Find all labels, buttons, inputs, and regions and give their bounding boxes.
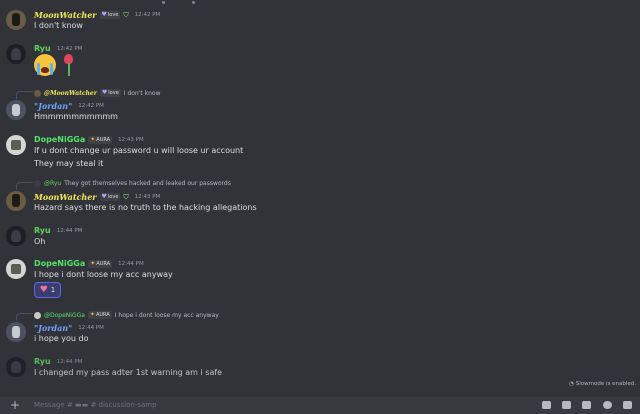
role-badge: ✦ AURA	[87, 311, 112, 319]
message-text: Hazard says there is no truth to the hac…	[34, 203, 257, 212]
author-name[interactable]: DopeNiGGa	[34, 135, 85, 144]
message-text: I don't know	[34, 21, 83, 30]
avatar[interactable]	[6, 100, 26, 120]
shield-icon[interactable]: ⛉	[123, 11, 128, 20]
avatar[interactable]	[6, 135, 26, 155]
emoji-icon[interactable]	[603, 401, 612, 409]
dot-icon	[192, 1, 195, 4]
reply-author[interactable]: @Ryu	[44, 180, 61, 187]
apps-icon[interactable]	[623, 401, 632, 409]
timestamp: 12:44 PM	[78, 325, 104, 331]
timestamp: 12:42 PM	[134, 12, 161, 18]
dot-icon	[162, 1, 165, 4]
timestamp: 12:44 PM	[56, 358, 83, 365]
message-text: They may steal it	[34, 159, 104, 168]
top-edge	[0, 0, 640, 6]
timestamp: 12:42 PM	[78, 103, 104, 109]
crying-face-icon[interactable]	[34, 54, 56, 76]
author-name[interactable]: DopeNiGGa	[34, 259, 85, 268]
avatar[interactable]	[6, 10, 26, 30]
reply-preview[interactable]: @MoonWatcher ♥ love I don't know	[34, 89, 161, 97]
reply-connector	[16, 313, 33, 321]
aura-icon: ✦	[90, 259, 96, 267]
reply-text: They got themselves hacked and leaked ou…	[64, 180, 231, 187]
reply-connector	[16, 91, 33, 99]
reply-author[interactable]: @DopeNiGGa	[44, 312, 85, 319]
author-name[interactable]: Ryu	[34, 226, 51, 235]
clock-icon: ◔	[569, 381, 574, 387]
avatar	[34, 311, 41, 319]
shield-icon[interactable]: ⛉	[123, 193, 128, 202]
role-badge[interactable]: ✦ AURA	[88, 135, 113, 144]
gif-icon[interactable]	[562, 401, 571, 409]
avatar[interactable]	[6, 357, 26, 377]
heart-icon: ♥	[101, 193, 107, 200]
wilted-rose-icon[interactable]	[60, 54, 76, 76]
reply-author[interactable]: @MoonWatcher	[44, 90, 97, 97]
avatar	[34, 89, 41, 97]
avatar[interactable]	[6, 191, 26, 211]
message-input[interactable]: Message # ▬▬ # discussion-samp	[34, 401, 157, 409]
timestamp: 12:42 PM	[56, 45, 83, 52]
author-name[interactable]: MoonWatcher	[34, 192, 97, 202]
timestamp: 12:44 PM	[118, 260, 144, 267]
avatar[interactable]	[6, 44, 26, 64]
reply-preview[interactable]: @DopeNiGGa ✦ AURA I hope i dont loose my …	[34, 311, 219, 319]
message-text: I changed my pass adter 1st warning am i…	[34, 368, 223, 377]
message-text: I hope i dont loose my acc anyway	[34, 270, 173, 279]
avatar[interactable]	[6, 226, 26, 246]
message-text: Oh	[34, 237, 46, 246]
avatar[interactable]	[6, 322, 26, 342]
aura-icon: ✦	[90, 135, 96, 143]
slowmode-text: Slowmode is enabled.	[575, 381, 636, 387]
message-composer[interactable]: + Message # ▬▬ # discussion-samp	[0, 397, 640, 414]
message-text: i hope you do	[34, 334, 89, 343]
avatar[interactable]	[6, 259, 26, 279]
gift-icon[interactable]	[542, 401, 551, 409]
reply-text: I hope i dont loose my acc anyway	[114, 311, 219, 319]
reaction-count: 1	[50, 286, 56, 294]
timestamp: 12:43 PM	[118, 136, 144, 143]
role-badge: ♥ love	[99, 89, 121, 97]
author-name[interactable]: MoonWatcher	[34, 10, 97, 20]
role-badge[interactable]: ♥ love	[99, 11, 121, 19]
heart-icon: ♥	[101, 89, 108, 96]
plus-icon[interactable]: +	[10, 399, 20, 411]
heart-icon: ♥	[101, 11, 107, 18]
reply-preview[interactable]: @Ryu They got themselves hacked and leak…	[34, 180, 231, 187]
reply-text: I don't know	[123, 89, 161, 97]
author-name[interactable]: "Jordan"	[34, 323, 72, 333]
aura-icon: ✦	[89, 311, 95, 318]
slowmode-notice: ◔ Slowmode is enabled.	[569, 381, 636, 387]
author-name[interactable]: "Jordan"	[34, 101, 72, 111]
message-text: If u dont change ur password u will loos…	[34, 146, 244, 155]
author-name[interactable]: Ryu	[34, 357, 51, 366]
emoji-content	[34, 54, 76, 76]
role-badge[interactable]: ✦ AURA	[88, 259, 113, 268]
timestamp: 12:43 PM	[134, 194, 161, 200]
timestamp: 12:44 PM	[56, 227, 83, 234]
reply-connector	[16, 182, 33, 190]
author-name[interactable]: Ryu	[34, 44, 51, 53]
avatar	[34, 180, 41, 187]
heart-icon: ♥	[39, 285, 48, 295]
heart-reaction-button[interactable]: ♥ 1	[34, 282, 61, 298]
message-text: Hmmmmmmmmmm	[34, 112, 118, 121]
sticker-icon[interactable]	[582, 401, 591, 409]
role-badge[interactable]: ♥ love	[99, 193, 121, 201]
